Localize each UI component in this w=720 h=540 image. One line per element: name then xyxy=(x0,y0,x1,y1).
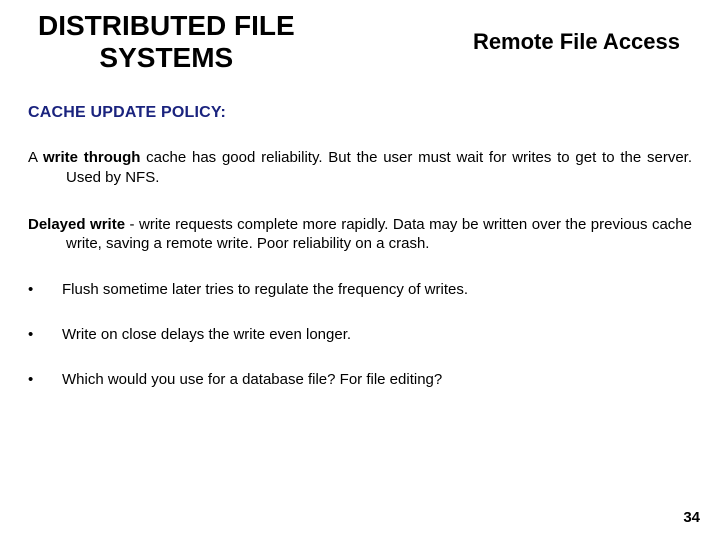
page-number: 34 xyxy=(683,509,700,526)
title-line-2: SYSTEMS xyxy=(99,42,233,73)
slide: DISTRIBUTED FILE SYSTEMS Remote File Acc… xyxy=(0,0,720,540)
para1-rest: cache has good reliability. But the user… xyxy=(66,149,692,185)
slide-header: DISTRIBUTED FILE SYSTEMS Remote File Acc… xyxy=(38,10,692,74)
paragraph-write-through: A write through cache has good reliabili… xyxy=(28,148,692,186)
slide-title: DISTRIBUTED FILE SYSTEMS xyxy=(38,10,295,74)
bullet-dot-icon: • xyxy=(28,371,48,388)
list-item: • Flush sometime later tries to regulate… xyxy=(28,281,692,298)
slide-subtitle: Remote File Access xyxy=(473,29,692,55)
bullet-dot-icon: • xyxy=(28,326,48,343)
bullet-text: Write on close delays the write even lon… xyxy=(48,326,692,343)
bullet-text: Flush sometime later tries to regulate t… xyxy=(48,281,692,298)
bullet-list: • Flush sometime later tries to regulate… xyxy=(28,281,692,388)
bullet-dot-icon: • xyxy=(28,281,48,298)
bullet-text: Which would you use for a database file?… xyxy=(48,371,692,388)
para1-bold: write through xyxy=(43,149,140,166)
para2-rest: - write requests complete more rapidly. … xyxy=(66,216,692,252)
paragraph-delayed-write: Delayed write - write requests complete … xyxy=(28,215,692,253)
para1-prefix: A xyxy=(28,149,43,166)
section-heading: CACHE UPDATE POLICY: xyxy=(28,104,692,122)
para2-bold: Delayed write xyxy=(28,216,125,233)
list-item: • Write on close delays the write even l… xyxy=(28,326,692,343)
list-item: • Which would you use for a database fil… xyxy=(28,371,692,388)
title-line-1: DISTRIBUTED FILE xyxy=(38,10,295,41)
